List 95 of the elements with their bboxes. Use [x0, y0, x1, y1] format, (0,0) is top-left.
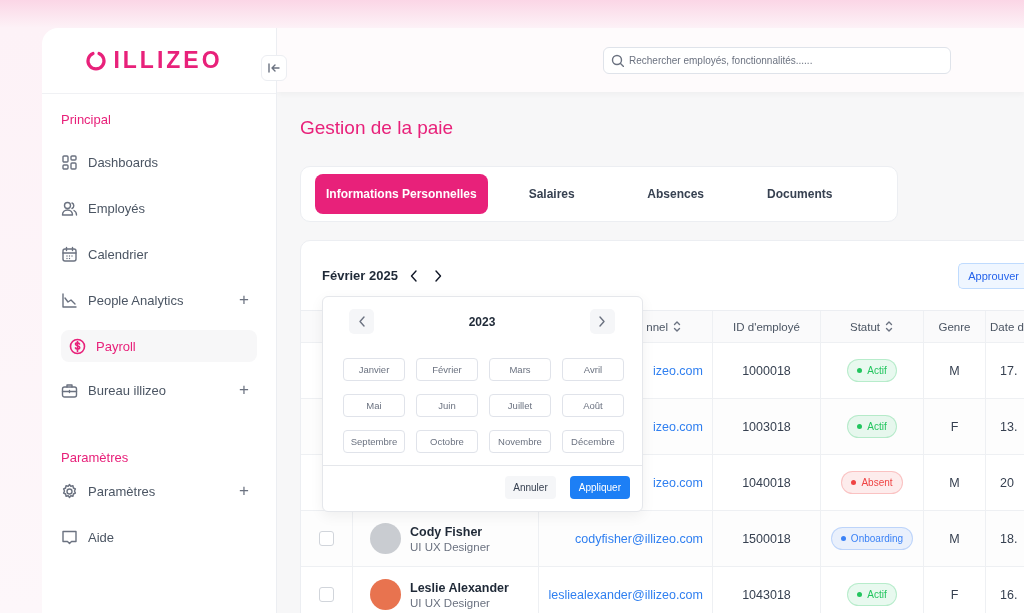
- employee-role: UI UX Designer: [410, 596, 491, 609]
- tab[interactable]: Documents: [739, 174, 860, 214]
- month-button[interactable]: Septembre: [343, 430, 405, 453]
- employee-id: 1500018: [742, 531, 791, 546]
- briefcase-icon: [61, 381, 78, 399]
- tab[interactable]: Absences: [615, 174, 736, 214]
- chart-icon: [61, 291, 78, 309]
- sidebar-item[interactable]: People Analytics +: [61, 284, 257, 316]
- logo-ring-icon: [85, 49, 108, 72]
- column-header: nnel: [646, 320, 668, 333]
- month-button[interactable]: Août: [562, 394, 624, 417]
- gender-value: F: [950, 587, 959, 602]
- page-title: Gestion de la paie: [300, 117, 455, 140]
- period-label: Février 2025: [322, 268, 398, 283]
- sidebar-item[interactable]: Payroll: [61, 330, 257, 362]
- employee-id: 1000018: [742, 363, 791, 378]
- sidebar-item[interactable]: Bureau illizeo +: [61, 374, 257, 406]
- email-link[interactable]: izeo.com: [652, 475, 703, 490]
- chevron-right-icon: [432, 268, 444, 283]
- month-button[interactable]: Février: [416, 358, 478, 381]
- help-icon: [61, 528, 78, 546]
- month-button[interactable]: Juillet: [489, 394, 551, 417]
- column-header: Date d: [990, 320, 1024, 333]
- status-badge: Actif: [847, 583, 897, 606]
- gender-value: M: [949, 363, 960, 378]
- gender-value: M: [949, 531, 960, 546]
- month-button[interactable]: Juin: [416, 394, 478, 417]
- sidebar-item[interactable]: Paramètres +: [61, 475, 257, 507]
- date-value: 16.: [1000, 587, 1018, 602]
- users-icon: [61, 199, 78, 217]
- next-year-button[interactable]: [590, 309, 615, 334]
- gender-value: F: [950, 419, 959, 434]
- employee-role: UI UX Designer: [410, 540, 490, 553]
- email-link[interactable]: izeo.com: [652, 363, 703, 378]
- section-title: Principal: [61, 111, 112, 129]
- approve-button[interactable]: Approuver: [958, 262, 1024, 289]
- email-link[interactable]: lesliealexander@illizeo.com: [548, 587, 703, 602]
- year-label: 2023: [468, 314, 496, 329]
- logo-text: ILLIZEO: [113, 47, 223, 74]
- chevron-right-icon: [597, 315, 608, 328]
- month-button[interactable]: Octobre: [416, 430, 478, 453]
- status-badge: Onboarding: [830, 527, 914, 550]
- sort-icon: [884, 320, 895, 333]
- employee-id: 1043018: [742, 587, 791, 602]
- next-button[interactable]: [432, 268, 444, 283]
- dashboard-icon: [61, 153, 78, 171]
- expand-icon[interactable]: +: [239, 481, 249, 501]
- status-badge: Actif: [847, 415, 897, 438]
- settings-icon: [61, 482, 78, 500]
- row-checkbox[interactable]: [319, 587, 334, 602]
- collapse-icon: [267, 61, 281, 75]
- dollar-icon: [69, 337, 86, 355]
- employee-id: 1040018: [742, 475, 791, 490]
- month-button[interactable]: Décembre: [562, 430, 624, 453]
- search-icon: [611, 53, 624, 67]
- status-badge: Actif: [847, 359, 897, 382]
- collapse-button[interactable]: [261, 55, 287, 81]
- month-button[interactable]: Mars: [489, 358, 551, 381]
- sort-icon: [672, 320, 682, 333]
- column-header: Genre: [938, 320, 971, 333]
- date-value: 18.: [1000, 531, 1018, 546]
- row-checkbox[interactable]: [319, 531, 334, 546]
- expand-icon[interactable]: +: [239, 380, 249, 400]
- expand-icon[interactable]: +: [239, 290, 249, 310]
- tab[interactable]: Salaires: [491, 174, 612, 214]
- calendar-icon: [61, 245, 78, 263]
- date-value: 13.: [1000, 419, 1018, 434]
- employee-name: Cody Fisher: [410, 524, 484, 539]
- month-button[interactable]: Mai: [343, 394, 405, 417]
- avatar: [370, 523, 401, 554]
- column-header: Statut: [849, 320, 881, 333]
- column-header: ID d'employé: [733, 320, 800, 333]
- month-button[interactable]: Avril: [562, 358, 624, 381]
- email-link[interactable]: izeo.com: [652, 419, 703, 434]
- search-field[interactable]: Rechercher employés, fonctionnalités......: [603, 46, 951, 74]
- month-button[interactable]: Janvier: [343, 358, 405, 381]
- tab[interactable]: Informations Personnelles: [315, 174, 488, 214]
- sidebar-item[interactable]: Calendrier: [61, 238, 257, 270]
- section-title: Paramètres: [61, 449, 130, 467]
- chevron-left-icon: [356, 315, 367, 328]
- email-link[interactable]: codyfisher@illizeo.com: [575, 531, 703, 546]
- sidebar-item[interactable]: Dashboards: [61, 146, 257, 178]
- sidebar-item[interactable]: Employés: [61, 192, 257, 224]
- sidebar-item[interactable]: Aide: [61, 521, 257, 553]
- date-value: 20: [1000, 475, 1014, 490]
- apply-button[interactable]: Appliquer: [569, 476, 630, 499]
- previous-year-button[interactable]: [349, 309, 374, 334]
- status-badge: Absent: [841, 471, 903, 494]
- employee-name: Leslie Alexander: [410, 580, 509, 595]
- date-value: 17.: [1000, 363, 1018, 378]
- avatar: [370, 579, 401, 610]
- cancel-button[interactable]: Annuler: [505, 476, 556, 499]
- employee-id: 1003018: [742, 419, 791, 434]
- month-button[interactable]: Novembre: [489, 430, 551, 453]
- gender-value: M: [949, 475, 960, 490]
